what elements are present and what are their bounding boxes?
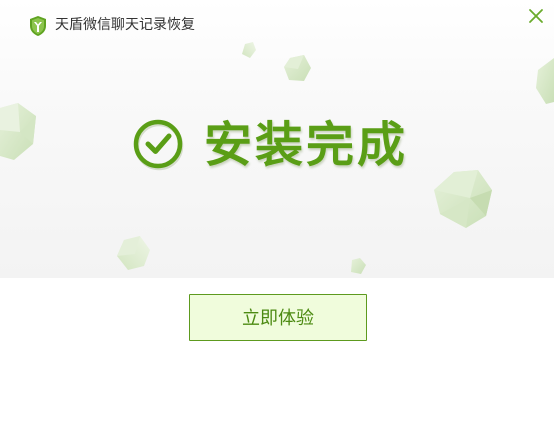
close-icon bbox=[529, 9, 543, 23]
gem-shape bbox=[0, 103, 36, 160]
hero-banner: 天盾微信聊天记录恢复 安装完成 bbox=[0, 0, 554, 278]
gem-shape bbox=[434, 170, 492, 228]
green-shield-logo-icon bbox=[30, 16, 46, 36]
installer-window: 天盾微信聊天记录恢复 安装完成 立即体验 bbox=[0, 0, 554, 425]
title-bar: 天盾微信聊天记录恢复 bbox=[0, 0, 554, 50]
window-title: 天盾微信聊天记录恢复 bbox=[55, 17, 195, 33]
install-status: 安装完成 bbox=[132, 112, 408, 178]
close-button[interactable] bbox=[524, 4, 548, 28]
gem-shape bbox=[351, 258, 366, 274]
gem-shape bbox=[284, 55, 311, 81]
check-circle-icon bbox=[133, 119, 184, 171]
gem-shape bbox=[117, 236, 150, 270]
start-now-button[interactable]: 立即体验 bbox=[189, 294, 367, 341]
gem-shape bbox=[536, 58, 554, 104]
status-message: 安装完成 bbox=[204, 117, 409, 173]
